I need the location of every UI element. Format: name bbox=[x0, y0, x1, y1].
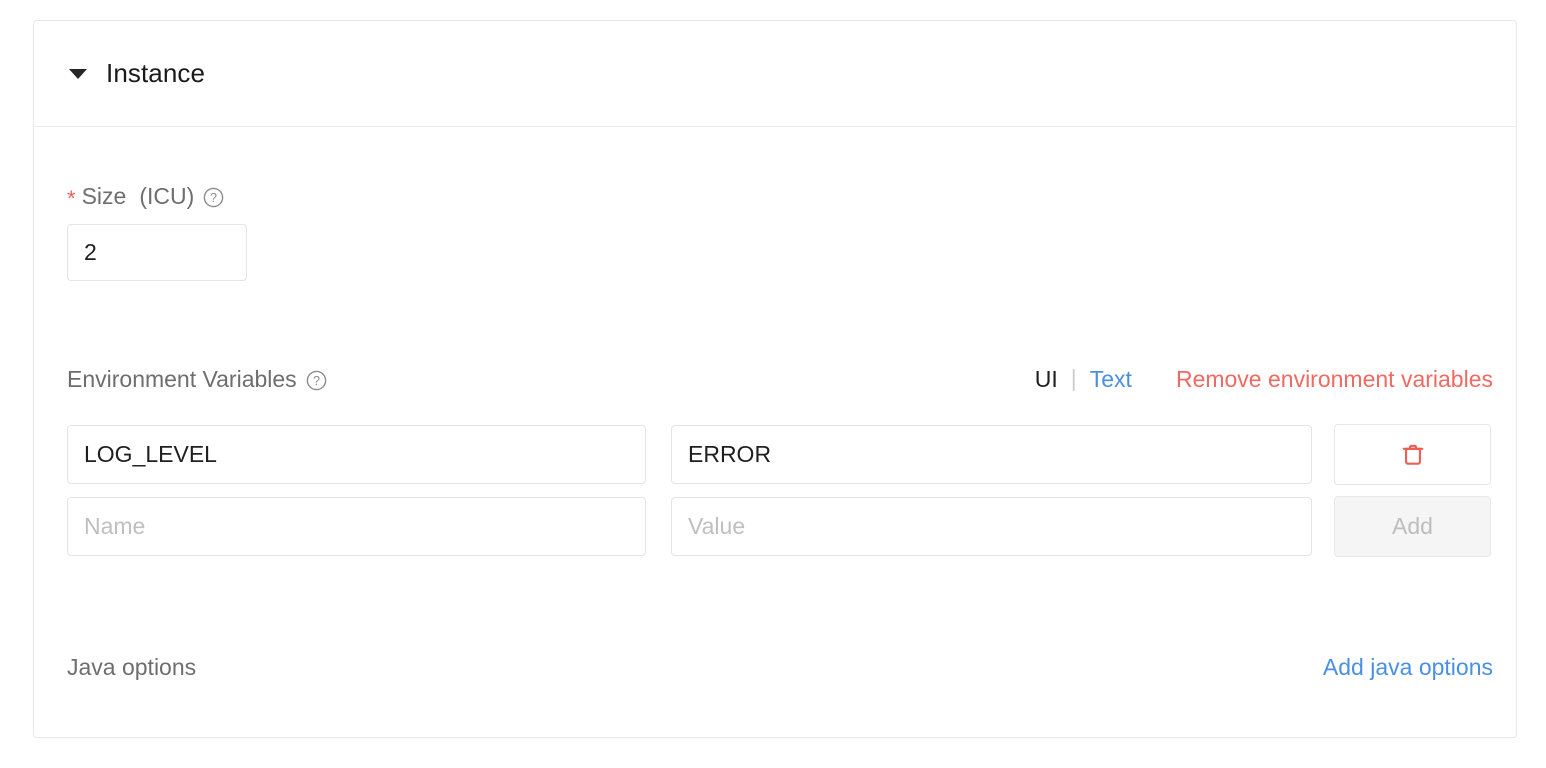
remove-environment-variables-link[interactable]: Remove environment variables bbox=[1176, 366, 1493, 393]
java-options-label: Java options bbox=[67, 654, 197, 680]
size-label: Size bbox=[81, 182, 127, 209]
help-circle-icon[interactable]: ? bbox=[203, 187, 224, 208]
java-options-row: Java options Add java options bbox=[67, 654, 1493, 681]
size-label-row: * Size (ICU) ? bbox=[67, 182, 247, 210]
panel-title: Instance bbox=[106, 58, 206, 88]
env-var-value-input[interactable] bbox=[671, 425, 1312, 484]
add-env-var-button[interactable]: Add bbox=[1334, 496, 1491, 557]
env-vars-actions: UI | Text Remove environment variables bbox=[1035, 364, 1493, 393]
env-vars-label: Environment Variables bbox=[67, 365, 297, 392]
instance-panel-body: * Size (ICU) ? Environment Variables bbox=[34, 127, 1516, 737]
env-vars-header: Environment Variables ? UI | Text Remove… bbox=[67, 364, 1493, 394]
svg-text:?: ? bbox=[210, 191, 217, 205]
size-field-group: * Size (ICU) ? bbox=[67, 182, 247, 281]
env-mode-separator: | bbox=[1070, 364, 1077, 391]
screen-root: Instance * Size (ICU) ? 2 Environment Va… bbox=[0, 0, 1546, 768]
env-mode-ui-tab[interactable]: UI bbox=[1035, 366, 1058, 393]
env-var-name-input[interactable] bbox=[67, 425, 646, 484]
size-unit-label: (ICU) bbox=[139, 182, 195, 209]
trash-icon bbox=[1402, 444, 1423, 465]
caret-down-icon[interactable] bbox=[69, 68, 87, 79]
new-env-var-value-input[interactable] bbox=[671, 497, 1312, 556]
new-env-var-name-input[interactable] bbox=[67, 497, 646, 556]
env-vars-rows: Add bbox=[67, 424, 1493, 568]
instance-panel-header[interactable]: Instance bbox=[34, 21, 1516, 127]
env-var-row bbox=[67, 424, 1493, 485]
delete-env-var-button[interactable] bbox=[1334, 424, 1491, 485]
help-circle-icon[interactable]: ? bbox=[306, 370, 327, 391]
env-var-new-row: Add bbox=[67, 496, 1493, 557]
instance-panel: Instance * Size (ICU) ? 2 Environment Va… bbox=[33, 20, 1517, 738]
env-vars-label-wrap: Environment Variables ? bbox=[67, 366, 327, 393]
add-java-options-link[interactable]: Add java options bbox=[1323, 654, 1493, 681]
svg-text:?: ? bbox=[313, 374, 320, 388]
required-asterisk: * bbox=[67, 186, 76, 211]
env-mode-text-tab[interactable]: Text bbox=[1090, 366, 1132, 393]
size-input[interactable] bbox=[67, 224, 247, 281]
